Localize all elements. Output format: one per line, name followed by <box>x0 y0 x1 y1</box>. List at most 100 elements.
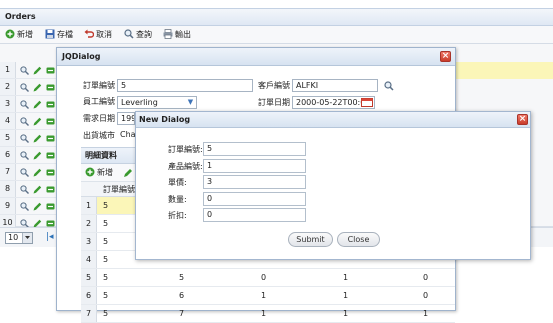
detail-row-number: 4 <box>81 251 97 268</box>
delete-icon[interactable] <box>46 100 55 109</box>
orders-toolbar: 新增 存檔 取消 查詢 輸出 <box>0 26 553 44</box>
save-button[interactable]: 存檔 <box>45 28 73 42</box>
col-order-id: 訂單編號 <box>103 185 135 194</box>
view-icon[interactable] <box>20 151 29 160</box>
detail-row[interactable]: 555010 <box>81 269 455 287</box>
view-icon[interactable] <box>20 202 29 211</box>
chevron-down-icon: ▼ <box>187 98 194 106</box>
row-number: 6 <box>0 147 16 163</box>
detail-row-number: 1 <box>81 197 97 214</box>
detail-cell: 5 <box>103 201 109 210</box>
delete-icon[interactable] <box>46 83 55 92</box>
row-number: 9 <box>0 198 16 214</box>
view-icon[interactable] <box>20 168 29 177</box>
detail-row-number: 3 <box>81 233 97 250</box>
employee-select[interactable]: Leverling ▼ <box>117 96 197 109</box>
detail-cell: 5 <box>103 291 109 300</box>
delete-icon[interactable] <box>46 151 55 160</box>
detail-row[interactable]: 757111 <box>81 305 455 323</box>
unit-price-label: 單價: <box>168 178 187 187</box>
order-id-input[interactable]: 5 <box>203 142 306 156</box>
jq-dialog-title: JQDialog <box>57 48 455 66</box>
detail-cell: 1 <box>261 291 267 300</box>
required-date-label: 需求日期 <box>83 114 115 123</box>
discount-input[interactable]: 0 <box>203 208 306 222</box>
view-icon[interactable] <box>20 185 29 194</box>
add-label: 新增 <box>17 30 33 39</box>
new-dialog-close-icon[interactable]: × <box>517 114 528 125</box>
submit-button[interactable]: Submit <box>288 232 333 247</box>
edit-icon[interactable] <box>123 168 133 178</box>
order-id-label: 訂單編號 <box>83 81 115 90</box>
view-icon[interactable] <box>20 117 29 126</box>
detail-cell: 5 <box>103 219 109 228</box>
jq-dialog-close-icon[interactable]: × <box>440 51 451 62</box>
page-size-select[interactable]: 10 <box>5 232 33 244</box>
detail-row-number: 5 <box>81 269 97 286</box>
delete-icon[interactable] <box>46 117 55 126</box>
quantity-input[interactable]: 0 <box>203 192 306 206</box>
row-number: 2 <box>0 79 16 95</box>
edit-icon[interactable] <box>33 202 42 211</box>
view-icon[interactable] <box>20 134 29 143</box>
detail-add-button[interactable]: 新增 <box>85 166 113 180</box>
orders-row[interactable]: 2 <box>0 79 60 96</box>
orders-row[interactable]: 8 <box>0 181 60 198</box>
delete-icon[interactable] <box>46 134 55 143</box>
add-button[interactable]: 新增 <box>5 28 33 42</box>
customer-id-label: 客戶編號 <box>258 81 290 90</box>
order-id-field[interactable]: 5 <box>117 79 253 92</box>
edit-icon[interactable] <box>33 117 42 126</box>
product-id-input[interactable]: 1 <box>203 159 306 173</box>
export-button[interactable]: 輸出 <box>163 28 191 42</box>
orders-row[interactable]: 1 <box>0 62 60 79</box>
cancel-button[interactable]: 取消 <box>84 28 112 42</box>
first-page-icon[interactable]: |◂ <box>46 232 54 243</box>
detail-cell: 5 <box>103 273 109 282</box>
edit-icon[interactable] <box>33 83 42 92</box>
delete-icon[interactable] <box>46 168 55 177</box>
query-button[interactable]: 查詢 <box>124 28 152 42</box>
add-icon <box>5 29 15 39</box>
detail-cell: 0 <box>423 273 429 282</box>
detail-row-number: 2 <box>81 215 97 232</box>
delete-icon[interactable] <box>46 202 55 211</box>
row-number: 4 <box>0 113 16 129</box>
edit-icon[interactable] <box>33 66 42 75</box>
detail-cell: 1 <box>423 309 429 318</box>
ship-city-field[interactable]: Cha <box>117 129 135 142</box>
orders-row[interactable]: 5 <box>0 130 60 147</box>
detail-row[interactable]: 656110 <box>81 287 455 305</box>
required-date-field[interactable]: 199 <box>117 112 135 125</box>
detail-cell: 5 <box>103 309 109 318</box>
orders-row[interactable]: 7 <box>0 164 60 181</box>
detail-cell: 0 <box>423 291 429 300</box>
customer-id-field[interactable]: ALFKI <box>292 79 378 92</box>
orders-row[interactable]: 9 <box>0 198 60 215</box>
close-button[interactable]: Close <box>337 232 380 247</box>
orders-panel-title: Orders <box>0 8 553 26</box>
orders-row[interactable]: 4 <box>0 113 60 130</box>
unit-price-input[interactable]: 3 <box>203 175 306 189</box>
query-label: 查詢 <box>136 30 152 39</box>
new-dialog-title: New Dialog <box>136 112 530 128</box>
orders-row[interactable]: 3 <box>0 96 60 113</box>
delete-icon[interactable] <box>46 66 55 75</box>
view-icon[interactable] <box>20 100 29 109</box>
lookup-search-icon[interactable] <box>384 81 394 91</box>
edit-icon[interactable] <box>33 185 42 194</box>
edit-icon[interactable] <box>33 100 42 109</box>
orders-row[interactable]: 6 <box>0 147 60 164</box>
employee-value: Leverling <box>121 98 158 107</box>
edit-icon[interactable] <box>33 151 42 160</box>
view-icon[interactable] <box>20 83 29 92</box>
edit-icon[interactable] <box>33 168 42 177</box>
delete-icon[interactable] <box>46 185 55 194</box>
order-id-label: 訂單編號: <box>168 145 203 154</box>
calendar-icon[interactable] <box>361 98 373 107</box>
view-icon[interactable] <box>20 66 29 75</box>
export-label: 輸出 <box>175 30 191 39</box>
employee-label: 員工編號 <box>83 97 115 106</box>
quantity-label: 數量: <box>168 195 187 204</box>
edit-icon[interactable] <box>33 134 42 143</box>
